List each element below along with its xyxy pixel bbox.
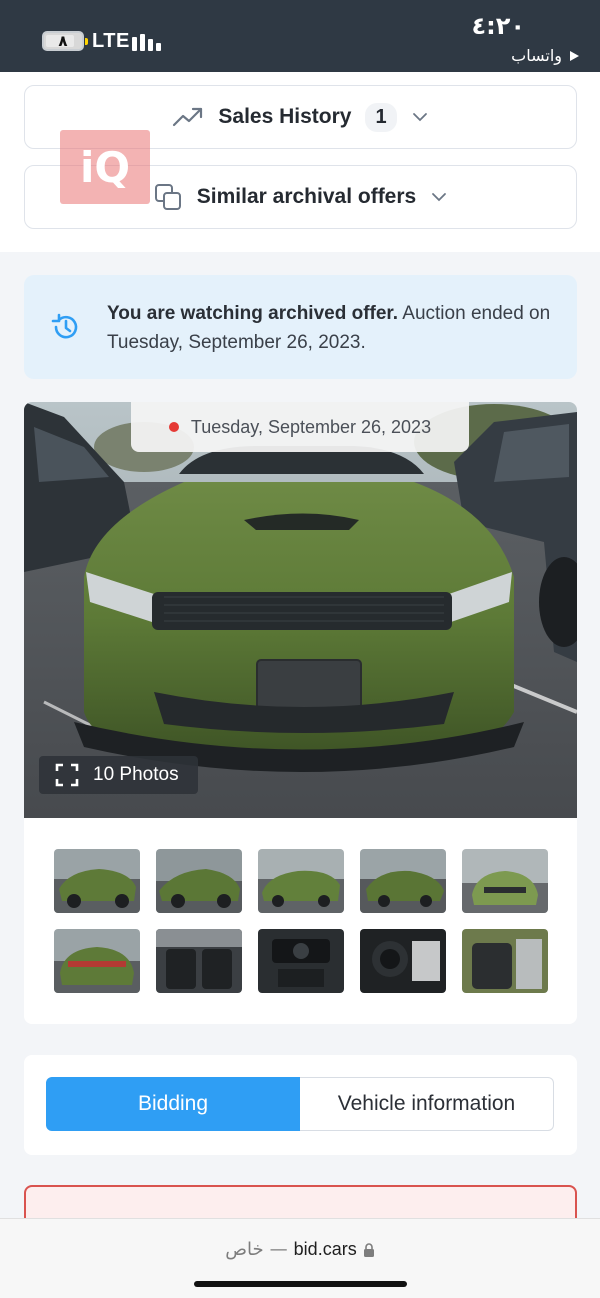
thumbnail[interactable] <box>156 849 242 913</box>
thumbnail[interactable] <box>156 929 242 993</box>
battery-icon: ٨ <box>42 31 88 51</box>
status-dot-icon <box>168 422 179 432</box>
private-label: خاص <box>225 1239 264 1260</box>
network-type: LTE <box>92 30 130 52</box>
sales-history-label: Sales History <box>218 105 352 128</box>
thumbnail[interactable] <box>258 929 344 993</box>
main-vehicle-photo[interactable]: Tuesday, September 26, 2023 10 Photos <box>24 402 577 818</box>
clock: ٤:٢٠ <box>471 12 525 40</box>
archived-notice: You are watching archived offer. Auction… <box>24 275 577 379</box>
thumbnail[interactable] <box>360 849 446 913</box>
watermark-logo: iQ <box>60 130 150 204</box>
signal-icon <box>132 31 162 51</box>
battery-level: ٨ <box>58 32 68 50</box>
browser-address-bar[interactable]: خاص — bid.cars <box>0 1218 600 1298</box>
copy-icon <box>154 184 181 210</box>
view-photos-button[interactable]: 10 Photos <box>39 756 198 794</box>
similar-offers-label: Similar archival offers <box>196 185 417 208</box>
tabs-card: Bidding Vehicle information <box>24 1055 577 1155</box>
tab-bidding[interactable]: Bidding <box>46 1077 300 1131</box>
history-icon <box>51 313 78 339</box>
back-app-label: واتساب <box>511 46 562 65</box>
photos-count-label: 10 Photos <box>93 764 179 785</box>
fullscreen-icon <box>55 763 79 787</box>
status-bar: ٨ LTE ٤:٢٠ واتساب <box>0 0 600 72</box>
tab-vehicle-information[interactable]: Vehicle information <box>300 1077 554 1131</box>
home-indicator[interactable] <box>194 1281 407 1287</box>
url-display[interactable]: خاص — bid.cars <box>0 1239 600 1260</box>
thumbnail[interactable] <box>258 849 344 913</box>
chevron-down-icon <box>432 193 447 202</box>
auction-date-badge: Tuesday, September 26, 2023 <box>131 402 469 452</box>
thumbnail[interactable] <box>462 849 548 913</box>
domain-label: bid.cars <box>293 1239 357 1259</box>
sales-history-count: 1 <box>365 102 397 132</box>
thumbnail[interactable] <box>462 929 548 993</box>
notice-bold: You are watching archived offer. <box>107 303 399 324</box>
chevron-down-icon <box>412 113 427 122</box>
photo-gallery-card: Tuesday, September 26, 2023 10 Photos <box>24 402 577 1024</box>
lock-icon <box>363 1242 374 1257</box>
notice-text: You are watching archived offer. Auction… <box>107 299 557 357</box>
thumbnail[interactable] <box>360 929 446 993</box>
back-to-app-link[interactable]: واتساب <box>511 46 580 65</box>
auction-date: Tuesday, September 26, 2023 <box>190 416 432 437</box>
thumbnail[interactable] <box>54 849 140 913</box>
thumbnail[interactable] <box>54 929 140 993</box>
play-arrow-icon <box>570 50 579 61</box>
trend-up-icon <box>173 107 203 127</box>
url-separator: — <box>269 1239 288 1260</box>
